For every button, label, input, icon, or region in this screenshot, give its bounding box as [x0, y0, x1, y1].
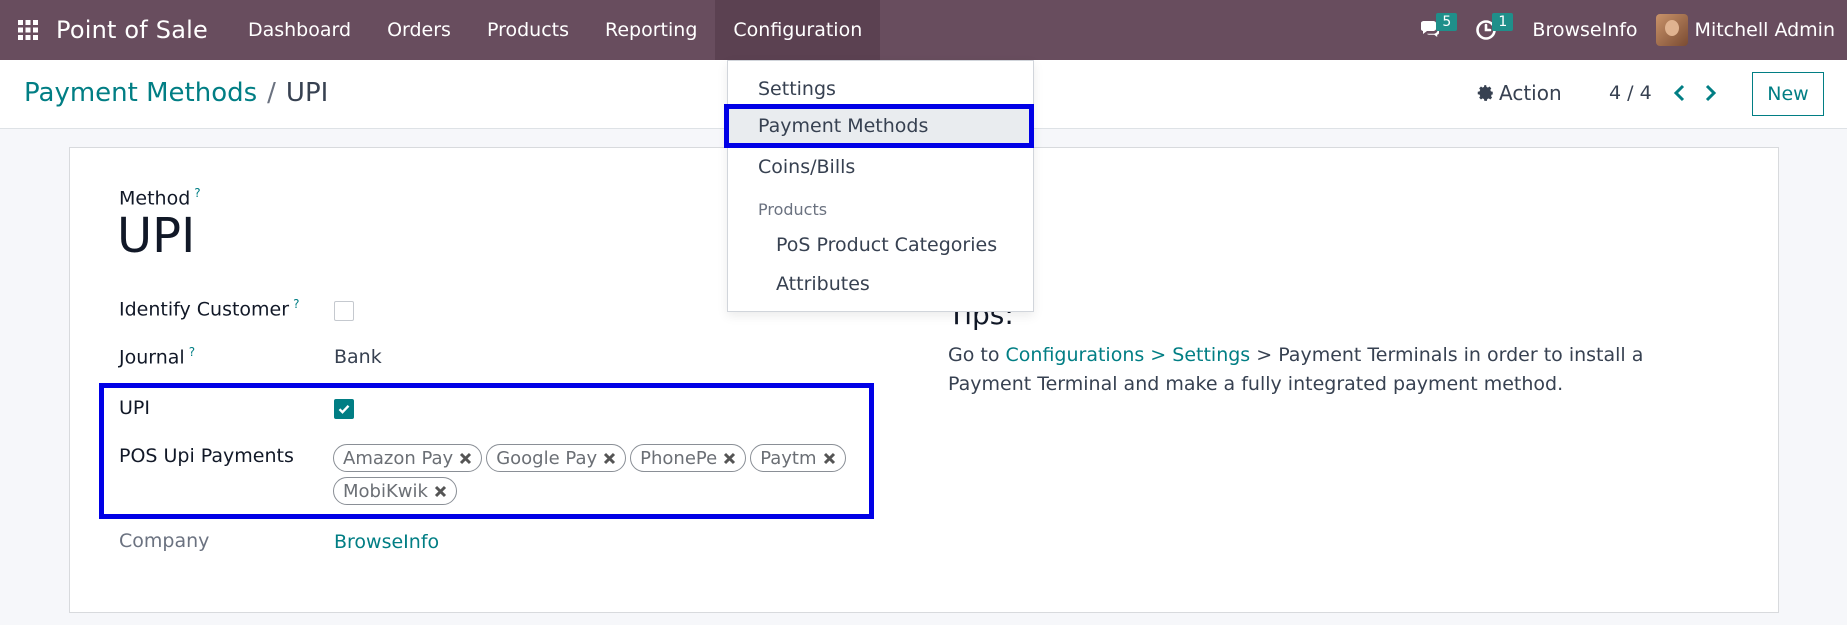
messages-button[interactable]: 5: [1402, 0, 1458, 60]
gear-icon: [1477, 85, 1494, 101]
method-name-field[interactable]: UPI: [117, 208, 195, 264]
chevron-left-icon: [1673, 84, 1685, 102]
method-label-text: Method: [119, 187, 191, 210]
help-tooltip-icon[interactable]: ?: [189, 345, 195, 359]
journal-field[interactable]: Bank: [334, 346, 382, 368]
configurations-settings-link[interactable]: Configurations > Settings: [1006, 344, 1251, 366]
pager-value[interactable]: 4 / 4: [1609, 82, 1652, 104]
tips-text-before: Go to: [948, 344, 1006, 366]
tips-text: Go to Configurations > Settings > Paymen…: [948, 341, 1708, 399]
help-tooltip-icon[interactable]: ?: [293, 297, 299, 311]
highlight-box-upi-section: [99, 383, 874, 519]
menu-products[interactable]: Products: [469, 0, 587, 60]
journal-label: Journal?: [119, 345, 195, 368]
dropdown-item-coins-bills[interactable]: Coins/Bills: [758, 156, 855, 178]
messages-count-badge: 5: [1436, 13, 1458, 31]
avatar: [1655, 14, 1688, 46]
company-field-link[interactable]: BrowseInfo: [334, 531, 439, 553]
company-label: Company: [119, 530, 210, 552]
apps-grid-icon[interactable]: [0, 0, 56, 60]
company-switcher[interactable]: BrowseInfo: [1532, 19, 1637, 41]
dropdown-item-pos-product-categories[interactable]: PoS Product Categories: [776, 234, 997, 256]
menu-orders[interactable]: Orders: [369, 0, 469, 60]
method-label: Method?: [119, 186, 201, 209]
top-navbar: Point of Sale Dashboard Orders Products …: [0, 0, 1847, 60]
configuration-dropdown: Settings Payment Methods Coins/Bills Pro…: [727, 60, 1034, 312]
identify-customer-label: Identify Customer?: [119, 297, 299, 320]
app-name[interactable]: Point of Sale: [56, 16, 208, 44]
menu-configuration[interactable]: Configuration: [715, 0, 881, 60]
action-label: Action: [1499, 81, 1562, 105]
identify-customer-label-text: Identify Customer: [119, 298, 290, 321]
dropdown-section-products: Products: [758, 200, 828, 219]
pager-previous-button[interactable]: [1667, 78, 1693, 108]
chevron-right-icon: [1705, 84, 1717, 102]
pager-next-button[interactable]: [1697, 78, 1723, 108]
identify-customer-checkbox[interactable]: [334, 301, 354, 321]
breadcrumb-separator: /: [267, 78, 276, 108]
user-menu[interactable]: Mitchell Admin: [1655, 14, 1835, 46]
journal-label-text: Journal: [119, 346, 185, 369]
action-menu-button[interactable]: Action: [1477, 81, 1562, 105]
breadcrumb: Payment Methods / UPI: [24, 78, 328, 108]
user-name: Mitchell Admin: [1694, 19, 1835, 41]
help-tooltip-icon[interactable]: ?: [194, 186, 200, 200]
systray: 5 1 BrowseInfo Mitchell Admin: [1402, 0, 1847, 60]
menu-dashboard[interactable]: Dashboard: [230, 0, 369, 60]
breadcrumb-payment-methods[interactable]: Payment Methods: [24, 78, 257, 108]
dropdown-item-attributes[interactable]: Attributes: [776, 273, 870, 295]
activities-button[interactable]: 1: [1458, 0, 1514, 60]
highlight-box-payment-methods: [724, 104, 1034, 148]
new-button[interactable]: New: [1752, 72, 1824, 116]
menu-reporting[interactable]: Reporting: [587, 0, 715, 60]
dropdown-item-settings[interactable]: Settings: [758, 78, 836, 100]
breadcrumb-current: UPI: [285, 78, 329, 108]
activities-count-badge: 1: [1492, 13, 1514, 31]
